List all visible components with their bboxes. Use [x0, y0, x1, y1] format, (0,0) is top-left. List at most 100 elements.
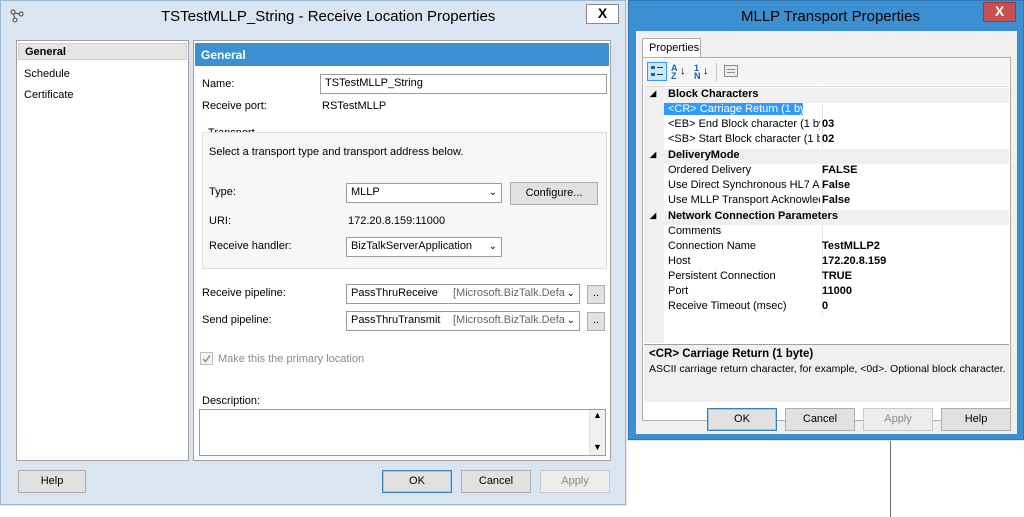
type-select[interactable]: MLLP ⌄ — [346, 183, 502, 203]
ok-button[interactable]: OK — [382, 470, 452, 493]
receive-pipeline-assembly: [Microsoft.BizTalk.Defau — [453, 287, 571, 299]
category-label: Block Characters — [668, 88, 759, 100]
mllp-dialog-titlebar[interactable]: MLLP Transport Properties X — [629, 1, 1023, 31]
primary-location-checkbox[interactable] — [200, 352, 213, 365]
property-row-persistent-connection[interactable]: Persistent Connection TRUE — [664, 270, 1009, 285]
tab-page: AZ ↓ 1N ↓ ◢ Block Characters <CR> Carria… — [642, 57, 1011, 421]
property-value: False — [822, 194, 851, 206]
check-icon — [202, 355, 211, 363]
mllp-dialog-close-button[interactable]: X — [983, 2, 1016, 22]
property-row-receive-timeout[interactable]: Receive Timeout (msec) 0 — [664, 300, 1009, 315]
receive-dialog-close-button[interactable]: X — [586, 4, 619, 24]
property-row-ordered-delivery[interactable]: Ordered Delivery FALSE — [664, 164, 1009, 179]
receive-port-value: RSTestMLLP — [322, 100, 387, 112]
property-row-host[interactable]: Host 172.20.8.159 — [664, 255, 1009, 270]
property-row-carriage-return[interactable]: <CR> Carriage Return (1 byte) — [664, 103, 1009, 118]
receive-pipeline-select[interactable]: PassThruReceive [Microsoft.BizTalk.Defau… — [346, 284, 580, 304]
property-value: 02 — [822, 133, 835, 145]
scroll-up-icon[interactable]: ▲ — [593, 410, 602, 420]
section-header: General — [195, 43, 609, 66]
property-row-end-block[interactable]: <EB> End Block character (1 byte) 03 — [664, 118, 1009, 133]
send-pipeline-select[interactable]: PassThruTransmit [Microsoft.BizTalk.Defa… — [346, 311, 580, 331]
property-value: 0 — [822, 300, 829, 312]
sort-arrow-icon: ↓ — [680, 65, 686, 77]
name-label: Name: — [202, 78, 235, 90]
chevron-down-icon: ⌄ — [488, 241, 497, 252]
type-label: Type: — [209, 186, 236, 198]
cancel-button[interactable]: Cancel — [461, 470, 531, 493]
property-pages-icon[interactable] — [724, 65, 738, 77]
property-grid: ◢ Block Characters <CR> Carriage Return … — [644, 86, 1009, 343]
property-row-direct-sync-ack[interactable]: Use Direct Synchronous HL7 ACK False — [664, 179, 1009, 194]
scroll-down-icon[interactable]: ▼ — [593, 442, 602, 452]
nav-item-label: General — [25, 46, 66, 58]
nav-panel: General Schedule Certificate — [16, 40, 189, 461]
uri-value: 172.20.8.159:11000 — [348, 215, 446, 227]
property-name: Use Direct Synchronous HL7 ACK — [668, 179, 820, 191]
receive-pipeline-browse-button[interactable]: .. — [587, 285, 605, 304]
property-value: 03 — [822, 118, 835, 130]
property-name: Receive Timeout (msec) — [668, 300, 787, 312]
collapse-icon[interactable]: ◢ — [650, 89, 656, 98]
property-name: Comments — [668, 225, 722, 237]
collapse-icon[interactable]: ◢ — [650, 211, 656, 220]
uri-label: URI: — [209, 215, 231, 227]
chevron-down-icon: ⌄ — [564, 315, 575, 326]
sort-arrow-icon: ↓ — [703, 65, 709, 77]
apply-button[interactable]: Apply — [540, 470, 610, 493]
category-network-connection[interactable]: ◢ Network Connection Parameters — [644, 210, 1009, 225]
property-name: Host — [668, 255, 691, 267]
chevron-down-icon: ⌄ — [564, 288, 575, 299]
receive-dialog-title: TSTestMLLP_String - Receive Location Pro… — [161, 8, 496, 25]
receive-handler-label: Receive handler: — [209, 240, 292, 252]
receive-handler-select[interactable]: BizTalkServerApplication ⌄ — [346, 237, 502, 257]
receive-location-dialog: TSTestMLLP_String - Receive Location Pro… — [0, 0, 626, 505]
mllp-transport-dialog: MLLP Transport Properties X Properties A… — [628, 0, 1024, 440]
sort-alphabetical-icon[interactable]: AZ — [671, 64, 678, 81]
type-select-value: MLLP — [351, 186, 380, 198]
property-name: Port — [668, 285, 689, 297]
send-pipeline-assembly: [Microsoft.BizTalk.Defau — [453, 314, 571, 326]
sort-numeric-icon[interactable]: 1N — [694, 64, 701, 81]
tab-properties[interactable]: Properties — [642, 38, 701, 58]
property-value: TestMLLP2 — [822, 240, 880, 252]
property-value: FALSE — [822, 164, 858, 176]
property-name: Persistent Connection — [668, 270, 776, 282]
app-icon — [9, 8, 25, 24]
property-name: Use MLLP Transport Acknowledgement — [668, 194, 820, 206]
name-input[interactable]: TSTestMLLP_String — [320, 74, 607, 94]
description-label: Description: — [202, 395, 261, 407]
property-name: Connection Name — [668, 240, 757, 252]
mllp-help-button[interactable]: Help — [941, 408, 1011, 431]
send-pipeline-name: PassThruTransmit — [351, 314, 441, 326]
receive-handler-value: BizTalkServerApplication — [351, 240, 473, 252]
property-row-start-block[interactable]: <SB> Start Block character (1 byte) 02 — [664, 133, 1009, 148]
help-button[interactable]: Help — [18, 470, 86, 493]
send-pipeline-browse-button[interactable]: .. — [587, 312, 605, 331]
nav-item-certificate[interactable]: Certificate — [24, 89, 74, 101]
property-name: Ordered Delivery — [668, 164, 752, 176]
nav-item-schedule[interactable]: Schedule — [24, 68, 70, 80]
configure-button[interactable]: Configure... — [510, 182, 598, 205]
category-delivery-mode[interactable]: ◢ DeliveryMode — [644, 149, 1009, 164]
property-row-comments[interactable]: Comments — [664, 225, 1009, 240]
receive-dialog-titlebar[interactable]: TSTestMLLP_String - Receive Location Pro… — [1, 1, 625, 31]
nav-item-general[interactable]: General — [18, 43, 187, 60]
property-row-mllp-ack[interactable]: Use MLLP Transport Acknowledgement False — [664, 194, 1009, 209]
toolbar-separator — [716, 63, 717, 81]
property-row-port[interactable]: Port 11000 — [664, 285, 1009, 300]
mllp-cancel-button[interactable]: Cancel — [785, 408, 855, 431]
collapse-icon[interactable]: ◢ — [650, 150, 656, 159]
property-row-connection-name[interactable]: Connection Name TestMLLP2 — [664, 240, 1009, 255]
category-label: Network Connection Parameters — [668, 210, 838, 222]
categorized-view-icon[interactable] — [647, 62, 667, 81]
help-title: <CR> Carriage Return (1 byte) — [649, 348, 814, 360]
mllp-apply-button[interactable]: Apply — [863, 408, 933, 431]
chevron-down-icon: ⌄ — [488, 187, 497, 198]
mllp-ok-button[interactable]: OK — [707, 408, 777, 431]
background-divider — [890, 440, 891, 517]
category-block-characters[interactable]: ◢ Block Characters — [644, 88, 1009, 103]
description-textarea[interactable]: ▲ ▼ — [199, 409, 606, 456]
description-scrollbar[interactable]: ▲ ▼ — [589, 410, 605, 455]
property-value: TRUE — [822, 270, 852, 282]
